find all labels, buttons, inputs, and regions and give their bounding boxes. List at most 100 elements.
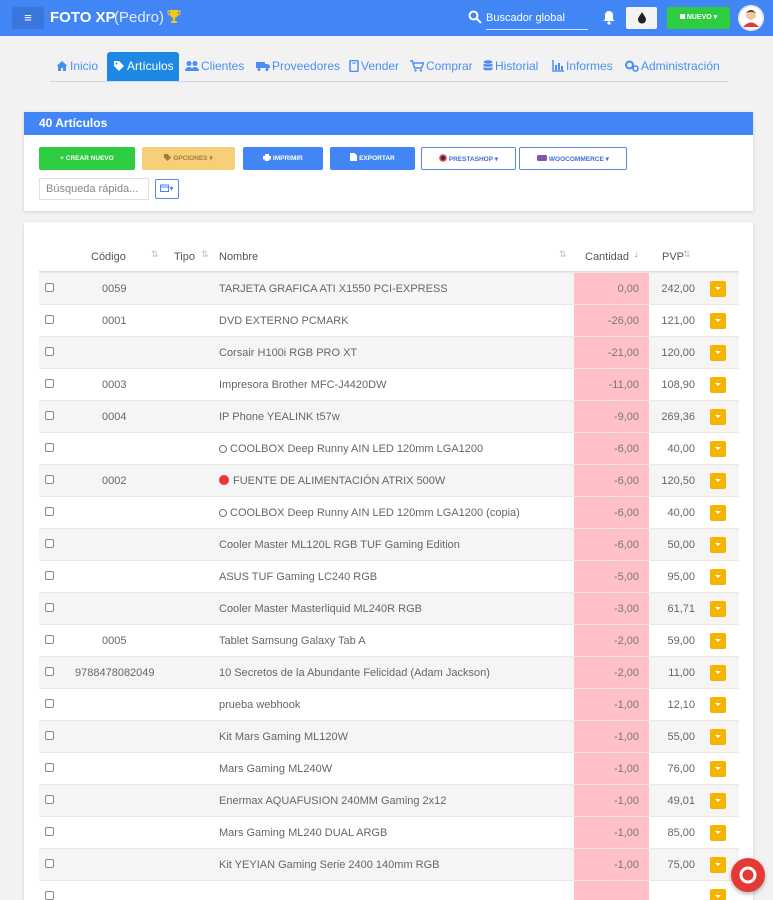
- row-checkbox[interactable]: [45, 635, 54, 644]
- row-name-cell[interactable]: COOLBOX Deep Runny AIN LED 120mm LGA1200: [219, 433, 483, 465]
- row-checkbox[interactable]: [45, 507, 54, 516]
- row-checkbox[interactable]: [45, 795, 54, 804]
- tab-articulos[interactable]: Artículos: [107, 52, 179, 81]
- row-checkbox[interactable]: [45, 731, 54, 740]
- row-checkbox[interactable]: [45, 859, 54, 868]
- row-actions-button[interactable]: [710, 537, 726, 553]
- row-actions-button[interactable]: [710, 825, 726, 841]
- row-name[interactable]: prueba webhook: [219, 689, 300, 721]
- row-checkbox[interactable]: [45, 667, 54, 676]
- row-actions-button[interactable]: [710, 569, 726, 585]
- quick-search-input[interactable]: [39, 178, 149, 200]
- bell-icon[interactable]: [602, 10, 616, 25]
- row-actions-button[interactable]: [710, 313, 726, 329]
- row-name-cell[interactable]: FUENTE DE ALIMENTACIÓN ATRIX 500W: [219, 465, 445, 497]
- column-header-name[interactable]: Nombre: [219, 251, 258, 263]
- tab-historial[interactable]: Historial: [483, 52, 538, 81]
- global-search-input[interactable]: [486, 6, 588, 30]
- table-row[interactable]: Kit Mars Gaming ML120W -1,00 55,00: [39, 720, 739, 753]
- create-new-button[interactable]: + CREAR NUEVO: [39, 147, 135, 170]
- row-actions-button[interactable]: [710, 505, 726, 521]
- row-name[interactable]: Cooler Master Masterliquid ML240R RGB: [219, 593, 422, 625]
- table-row[interactable]: COOLBOX Deep Runny AIN LED 120mm LGA1200…: [39, 432, 739, 465]
- tab-vender[interactable]: Vender: [349, 52, 399, 81]
- tab-administracion[interactable]: Administración: [625, 52, 720, 81]
- row-checkbox[interactable]: [45, 347, 54, 356]
- row-name[interactable]: Enermax AQUAFUSION 240MM Gaming 2x12: [219, 785, 446, 817]
- row-checkbox[interactable]: [45, 699, 54, 708]
- table-row[interactable]: prueba webhook -1,00 12,10: [39, 688, 739, 721]
- help-button[interactable]: [731, 858, 765, 892]
- row-checkbox[interactable]: [45, 475, 54, 484]
- row-name[interactable]: 10 Secretos de la Abundante Felicidad (A…: [219, 657, 490, 689]
- table-row[interactable]: Mars Gaming ML240 DUAL ARGB -1,00 85,00: [39, 816, 739, 849]
- avatar[interactable]: [738, 5, 764, 31]
- table-row[interactable]: 0004 IP Phone YEALINK t57w -9,00 269,36: [39, 400, 739, 433]
- sort-icon[interactable]: ⇅: [683, 249, 691, 260]
- prestashop-dropdown[interactable]: PRESTASHOP ▾: [421, 147, 516, 170]
- table-row[interactable]: Corsair H100i RGB PRO XT -21,00 120,00: [39, 336, 739, 369]
- row-name[interactable]: Corsair H100i RGB PRO XT: [219, 337, 357, 369]
- row-name[interactable]: IP Phone YEALINK t57w: [219, 401, 340, 433]
- print-button[interactable]: IMPRIMIR: [243, 147, 323, 170]
- row-name[interactable]: Impresora Brother MFC-J4420DW: [219, 369, 387, 401]
- row-actions-button[interactable]: [710, 697, 726, 713]
- row-actions-button[interactable]: [710, 633, 726, 649]
- row-name[interactable]: TARJETA GRAFICA ATI X1550 PCI-EXPRESS: [219, 273, 448, 305]
- tab-informes[interactable]: Informes: [552, 52, 613, 81]
- row-actions-button[interactable]: [710, 377, 726, 393]
- row-actions-button[interactable]: [710, 889, 726, 900]
- column-header-price[interactable]: PVP: [662, 251, 684, 263]
- table-row[interactable]: 0003 Impresora Brother MFC-J4420DW -11,0…: [39, 368, 739, 401]
- table-row[interactable]: COOLBOX Deep Runny AIN LED 120mm LGA1200…: [39, 496, 739, 529]
- tab-inicio[interactable]: Inicio: [56, 52, 98, 81]
- table-row[interactable]: Mars Gaming ML240W -1,00 76,00: [39, 752, 739, 785]
- row-actions-button[interactable]: [710, 857, 726, 873]
- row-checkbox[interactable]: [45, 571, 54, 580]
- row-name[interactable]: DVD EXTERNO PCMARK: [219, 305, 349, 337]
- sort-icon[interactable]: ⇅: [559, 249, 567, 260]
- new-dropdown-button[interactable]: NUEVO ▾: [667, 7, 730, 29]
- row-actions-button[interactable]: [710, 473, 726, 489]
- woocommerce-dropdown[interactable]: WOOCOMMERCE ▾: [519, 147, 627, 170]
- row-name[interactable]: ASUS TUF Gaming LC240 RGB: [219, 561, 377, 593]
- row-name[interactable]: Kit Mars Gaming ML120W: [219, 721, 348, 753]
- row-checkbox[interactable]: [45, 891, 54, 900]
- sort-desc-icon[interactable]: ↓: [634, 249, 639, 259]
- row-checkbox[interactable]: [45, 827, 54, 836]
- row-name-cell[interactable]: COOLBOX Deep Runny AIN LED 120mm LGA1200…: [219, 497, 520, 529]
- table-row[interactable]: 0001 DVD EXTERNO PCMARK -26,00 121,00: [39, 304, 739, 337]
- column-header-quantity[interactable]: Cantidad: [585, 251, 629, 263]
- row-checkbox[interactable]: [45, 379, 54, 388]
- trophy-icon[interactable]: [167, 9, 181, 25]
- search-icon[interactable]: [468, 10, 482, 24]
- row-actions-button[interactable]: [710, 601, 726, 617]
- table-row[interactable]: Kit YEYIAN Gaming Serie 2400 140mm RGB -…: [39, 848, 739, 881]
- table-row[interactable]: [39, 880, 739, 900]
- row-actions-button[interactable]: [710, 345, 726, 361]
- hamburger-menu-button[interactable]: ≡: [12, 7, 44, 29]
- theme-toggle-button[interactable]: [626, 7, 657, 29]
- calendar-dropdown-button[interactable]: ▾: [155, 179, 179, 199]
- sort-icon[interactable]: ⇅: [151, 249, 159, 260]
- table-row[interactable]: Cooler Master ML120L RGB TUF Gaming Edit…: [39, 528, 739, 561]
- table-row[interactable]: 0002 FUENTE DE ALIMENTACIÓN ATRIX 500W -…: [39, 464, 739, 497]
- table-row[interactable]: ASUS TUF Gaming LC240 RGB -5,00 95,00: [39, 560, 739, 593]
- row-actions-button[interactable]: [710, 761, 726, 777]
- options-button[interactable]: OPCIONES ▾: [142, 147, 235, 170]
- row-checkbox[interactable]: [45, 283, 54, 292]
- sort-icon[interactable]: ⇅: [201, 249, 209, 260]
- tab-clientes[interactable]: Clientes: [185, 52, 244, 81]
- row-checkbox[interactable]: [45, 539, 54, 548]
- row-actions-button[interactable]: [710, 441, 726, 457]
- table-row[interactable]: 0059 TARJETA GRAFICA ATI X1550 PCI-EXPRE…: [39, 272, 739, 305]
- row-checkbox[interactable]: [45, 763, 54, 772]
- row-name[interactable]: Cooler Master ML120L RGB TUF Gaming Edit…: [219, 529, 460, 561]
- table-row[interactable]: 0005 Tablet Samsung Galaxy Tab A -2,00 5…: [39, 624, 739, 657]
- row-name[interactable]: Mars Gaming ML240W: [219, 753, 332, 785]
- table-row[interactable]: Enermax AQUAFUSION 240MM Gaming 2x12 -1,…: [39, 784, 739, 817]
- row-actions-button[interactable]: [710, 793, 726, 809]
- tab-proveedores[interactable]: Proveedores: [256, 52, 340, 81]
- row-name[interactable]: Tablet Samsung Galaxy Tab A: [219, 625, 366, 657]
- row-actions-button[interactable]: [710, 281, 726, 297]
